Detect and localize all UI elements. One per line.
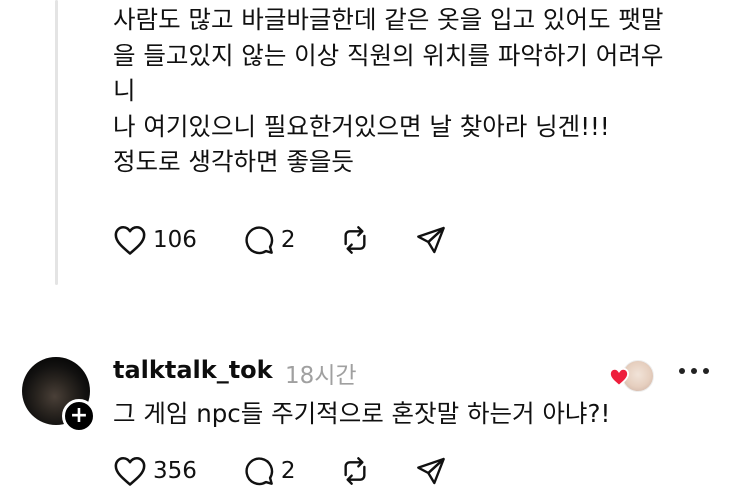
post-line: 나 여기있으니 필요한거있으면 날 찾아라 닝겐!!!: [113, 111, 610, 141]
thread-connector-line: [55, 0, 58, 285]
repost-button[interactable]: [339, 455, 371, 487]
more-dots-icon: [679, 368, 685, 374]
post-body: 사람도 많고 바글바글한데 같은 옷을 입고 있어도 팻말 을 들고있지 않는 …: [113, 2, 713, 180]
username[interactable]: talktalk_tok: [113, 356, 273, 384]
reply-action-bar: 356 2: [113, 451, 447, 491]
more-options-button[interactable]: [679, 365, 709, 377]
share-button[interactable]: [415, 224, 447, 256]
reply-text: 그 게임 npc들 주기적으로 혼잣말 하는거 아냐?!: [113, 399, 611, 428]
speech-bubble-icon: [245, 226, 274, 255]
timestamp: 18시간: [285, 363, 357, 389]
paper-plane-icon: [416, 457, 445, 485]
post-line: 을 들고있지 않는 이상 직원의 위치를 파악하기 어려우: [113, 40, 664, 70]
more-dots-icon: [691, 368, 697, 374]
red-heart-icon: [608, 367, 630, 387]
post-line: 사람도 많고 바글바글한데 같은 옷을 입고 있어도 팻말: [113, 5, 664, 34]
paper-plane-icon: [416, 226, 445, 254]
like-count: 106: [153, 227, 197, 253]
reply-count: 2: [280, 227, 296, 253]
reply-count: 2: [280, 458, 296, 484]
follow-plus-button[interactable]: +: [62, 399, 96, 433]
post-line: 정도로 생각하면 좋을듯: [113, 147, 354, 176]
avatar[interactable]: +: [22, 357, 96, 433]
reply-button[interactable]: 2: [243, 455, 296, 487]
speech-bubble-icon: [245, 457, 274, 486]
author-liked-badge: [608, 360, 654, 392]
repost-icon: [344, 457, 366, 485]
post-action-bar: 106 2: [113, 220, 447, 260]
post-line: 니: [113, 76, 136, 105]
like-button[interactable]: 356: [113, 455, 197, 487]
repost-button[interactable]: [339, 224, 371, 256]
heart-outline-icon: [114, 225, 146, 255]
share-button[interactable]: [415, 455, 447, 487]
like-count: 356: [153, 458, 197, 484]
like-button[interactable]: 106: [113, 224, 197, 256]
more-dots-icon: [703, 368, 709, 374]
repost-icon: [344, 226, 366, 254]
heart-outline-icon: [114, 456, 146, 486]
reply-button[interactable]: 2: [243, 224, 296, 256]
